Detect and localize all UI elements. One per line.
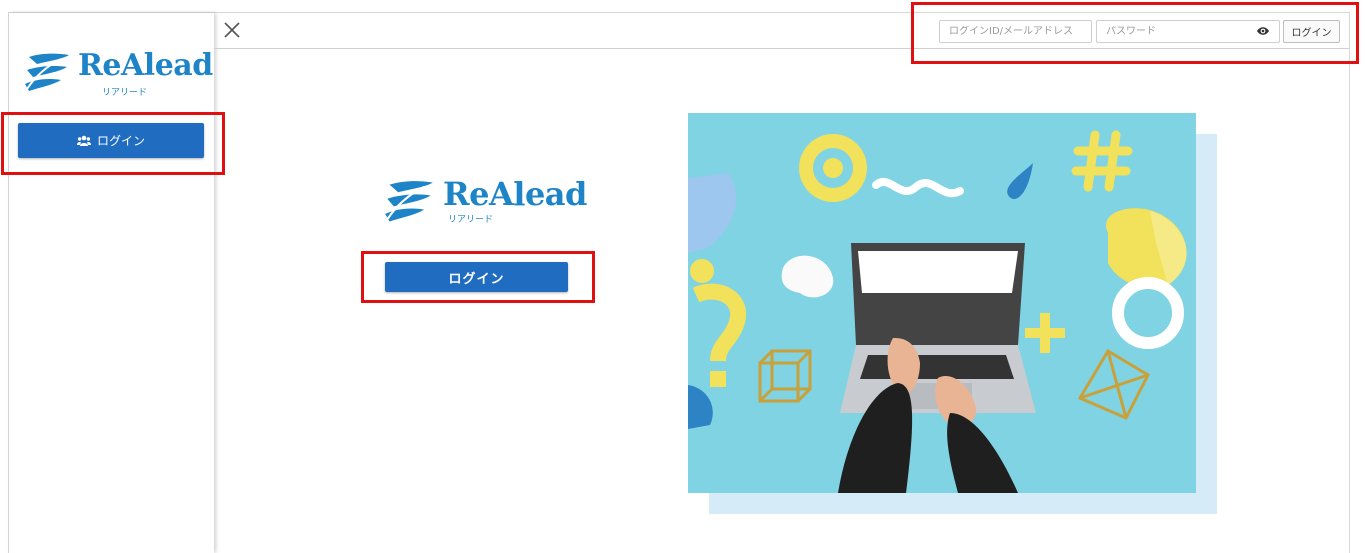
hero-image	[688, 113, 1196, 493]
brand-kana: リアリード	[448, 215, 494, 225]
sidebar-logo: ReAlead リアリード	[23, 47, 213, 103]
window-right-border	[1349, 12, 1350, 553]
highlight-box-sidebar-login	[1, 112, 225, 175]
brand-wordmark: ReAlead	[78, 48, 213, 83]
feather-logo-icon	[25, 53, 69, 91]
sidebar: ReAlead リアリード ログイン	[9, 13, 214, 553]
brand-kana: リアリード	[102, 88, 148, 98]
highlight-box-main-login	[361, 251, 595, 303]
feather-logo-icon	[385, 181, 433, 222]
brand-wordmark: ReAlead	[443, 175, 587, 213]
highlight-box-header-login	[911, 2, 1359, 64]
close-icon[interactable]	[223, 21, 241, 39]
main-logo: ReAlead リアリード	[383, 176, 587, 232]
